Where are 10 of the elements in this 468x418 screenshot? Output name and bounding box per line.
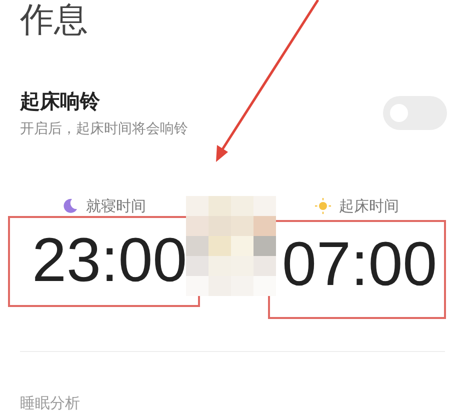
section-heading: 睡眠分析: [20, 394, 81, 413]
time-value[interactable]: 23:00: [32, 230, 188, 292]
time-label: 起床时间: [339, 196, 399, 216]
time-value[interactable]: 07:00: [282, 234, 438, 296]
sun-icon: [315, 198, 331, 214]
moon-icon: [62, 198, 78, 214]
setting-label: 起床响铃: [20, 88, 101, 114]
time-label: 就寝时间: [86, 196, 146, 216]
page-title: 作息: [20, 0, 89, 42]
setting-description: 开启后，起床时间将会响铃: [20, 120, 188, 138]
